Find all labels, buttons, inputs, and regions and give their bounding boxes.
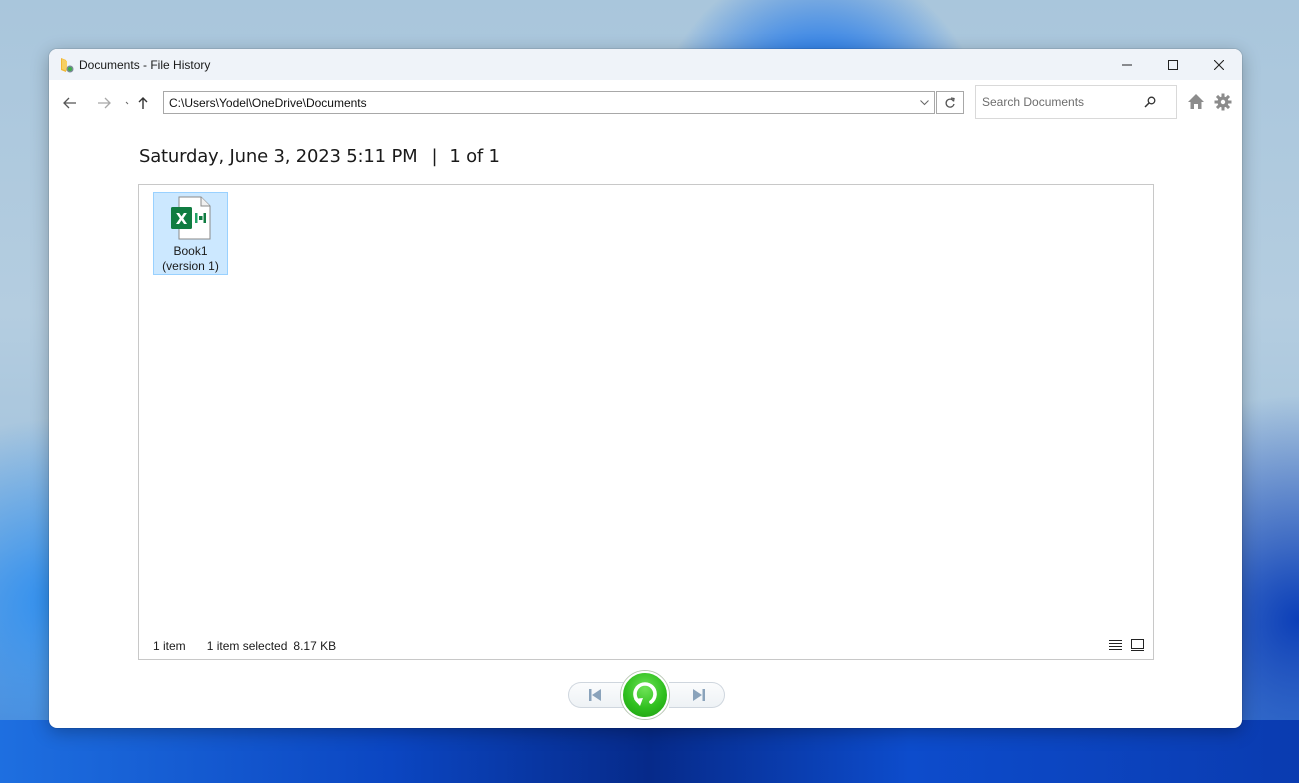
large-icons-view-button[interactable] <box>1129 637 1145 653</box>
svg-text:X: X <box>175 210 187 228</box>
maximize-button[interactable] <box>1150 49 1196 80</box>
title-bar[interactable]: Documents - File History <box>49 49 1242 80</box>
window-title: Documents - File History <box>79 57 211 72</box>
backup-date: Saturday, June 3, 2023 5:11 PM <box>139 146 418 167</box>
gear-icon <box>1214 93 1232 111</box>
excel-file-icon: X <box>170 196 212 240</box>
playback-controls <box>567 670 727 720</box>
previous-version-button[interactable] <box>568 682 624 708</box>
minimize-icon <box>1122 64 1132 65</box>
desktop-wallpaper <box>0 720 1299 783</box>
recent-locations-button[interactable] <box>121 89 135 117</box>
refresh-button[interactable] <box>936 91 964 114</box>
up-button[interactable] <box>135 89 151 117</box>
search-input[interactable] <box>976 95 1136 109</box>
status-bar: 1 item 1 item selected 8.17 KB <box>139 633 1153 659</box>
file-history-window: Documents - File History C:\Users\Yodel\… <box>49 49 1242 728</box>
refresh-icon <box>945 96 955 108</box>
search-box[interactable] <box>975 85 1177 119</box>
minimize-button[interactable] <box>1104 49 1150 80</box>
arrow-right-icon <box>98 97 111 108</box>
close-button[interactable] <box>1196 49 1242 80</box>
address-path[interactable]: C:\Users\Yodel\OneDrive\Documents <box>164 96 914 110</box>
chevron-down-icon <box>919 99 929 105</box>
maximize-icon <box>1168 59 1178 70</box>
forward-button[interactable] <box>87 89 121 117</box>
navigation-toolbar: C:\Users\Yodel\OneDrive\Documents <box>49 80 1242 125</box>
skip-next-icon <box>692 689 705 701</box>
address-dropdown-button[interactable] <box>914 92 934 113</box>
backup-date-heading: Saturday, June 3, 2023 5:11 PM | 1 of 1 <box>139 146 500 167</box>
file-version: (version 1) <box>162 259 219 273</box>
details-view-icon <box>1108 640 1122 650</box>
address-bar[interactable]: C:\Users\Yodel\OneDrive\Documents <box>163 91 935 114</box>
file-name: Book1 <box>173 244 208 258</box>
details-view-button[interactable] <box>1107 637 1123 653</box>
large-icons-view-icon <box>1130 639 1144 651</box>
file-list-pane[interactable]: X Book1 (version 1) 1 item 1 item select… <box>138 184 1154 660</box>
item-count: 1 item <box>153 639 186 653</box>
chevron-down-icon <box>125 101 129 104</box>
restore-button[interactable] <box>621 671 669 719</box>
arrow-left-icon <box>63 97 76 108</box>
file-history-app-icon <box>59 57 75 73</box>
home-icon <box>1188 94 1204 109</box>
heading-separator: | <box>431 146 438 167</box>
file-item[interactable]: X Book1 (version 1) <box>153 192 228 275</box>
next-version-button[interactable] <box>669 682 725 708</box>
arrow-up-icon <box>138 96 148 109</box>
skip-previous-icon <box>588 689 601 701</box>
selection-count: 1 item selected <box>206 639 288 653</box>
back-button[interactable] <box>53 89 87 117</box>
backup-position: 1 of 1 <box>449 146 500 167</box>
selection-size: 8.17 KB <box>293 639 337 653</box>
home-button[interactable] <box>1187 93 1207 113</box>
restore-icon <box>633 682 657 706</box>
search-icon[interactable] <box>1136 96 1164 108</box>
file-label: Book1 (version 1) <box>162 244 219 274</box>
settings-button[interactable] <box>1214 93 1234 113</box>
close-icon <box>1214 59 1224 70</box>
